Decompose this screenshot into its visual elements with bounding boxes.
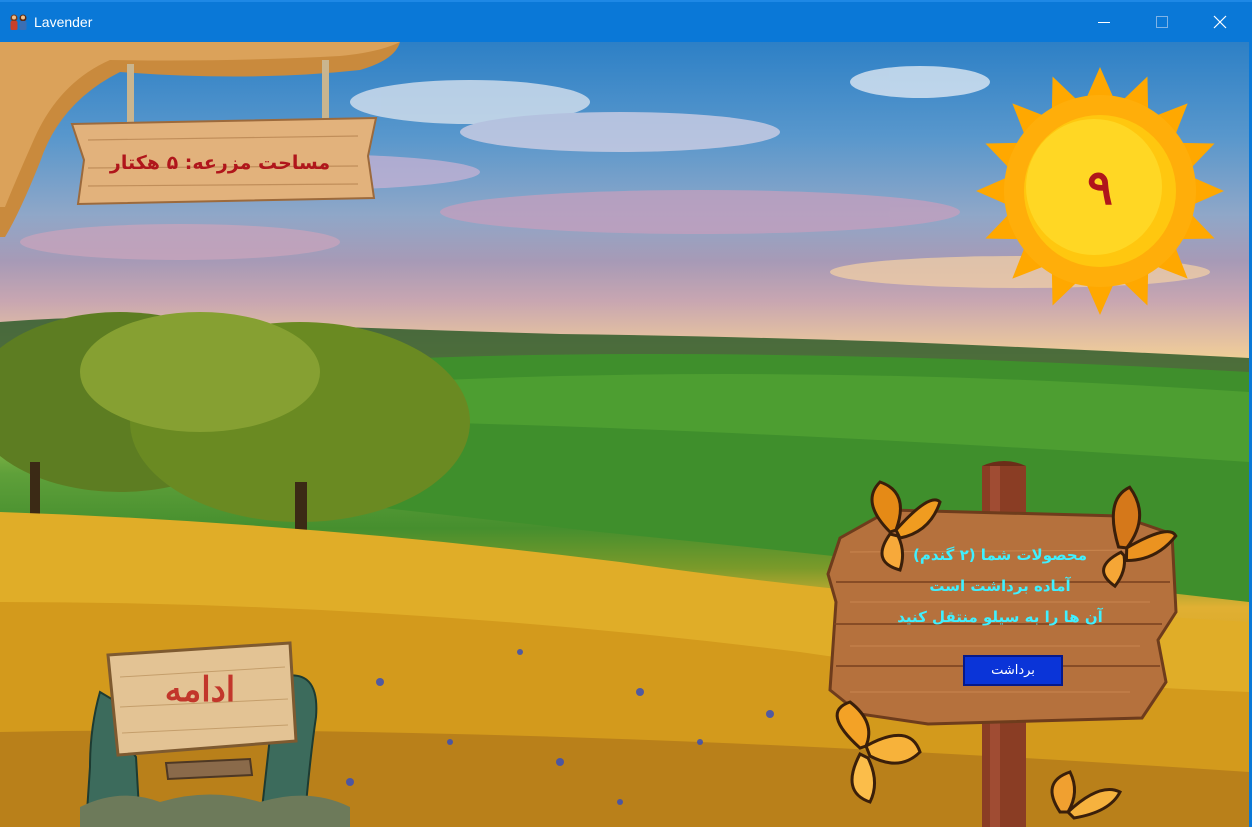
crop-notice-line3: آن ها را به سیلو منتقل کنید — [897, 608, 1103, 626]
minimize-icon — [1098, 22, 1110, 23]
app-window: Lavender مساحت مزرعه: ۵ هکتار ۹ محصولات … — [0, 0, 1252, 827]
harvest-button[interactable]: برداشت — [963, 655, 1063, 686]
close-button[interactable] — [1191, 2, 1249, 42]
maximize-button[interactable] — [1133, 2, 1191, 42]
crop-notice-text: محصولات شما (۲ گندم) آماده برداشت است آن… — [870, 540, 1130, 633]
crop-notice-line2: آماده برداشت است — [929, 577, 1071, 595]
farm-area-label: مساحت مزرعه: ۵ هکتار — [109, 152, 331, 174]
continue-label[interactable]: ادامه — [120, 670, 280, 710]
minimize-button[interactable] — [1075, 2, 1133, 42]
crop-notice-line1: محصولات شما (۲ گندم) — [912, 546, 1087, 564]
continue-sign[interactable] — [80, 637, 350, 827]
day-counter: ۹ — [1087, 160, 1113, 216]
close-icon — [1213, 15, 1227, 29]
butterfly-icon — [1050, 770, 1123, 820]
title-bar[interactable]: Lavender — [0, 0, 1252, 42]
window-title: Lavender — [34, 14, 93, 30]
app-icon — [10, 14, 27, 30]
crop-notice-sign — [826, 461, 1178, 827]
farm-scene: مساحت مزرعه: ۵ هکتار ۹ محصولات شما (۲ گن… — [0, 42, 1249, 827]
maximize-icon — [1156, 16, 1168, 28]
